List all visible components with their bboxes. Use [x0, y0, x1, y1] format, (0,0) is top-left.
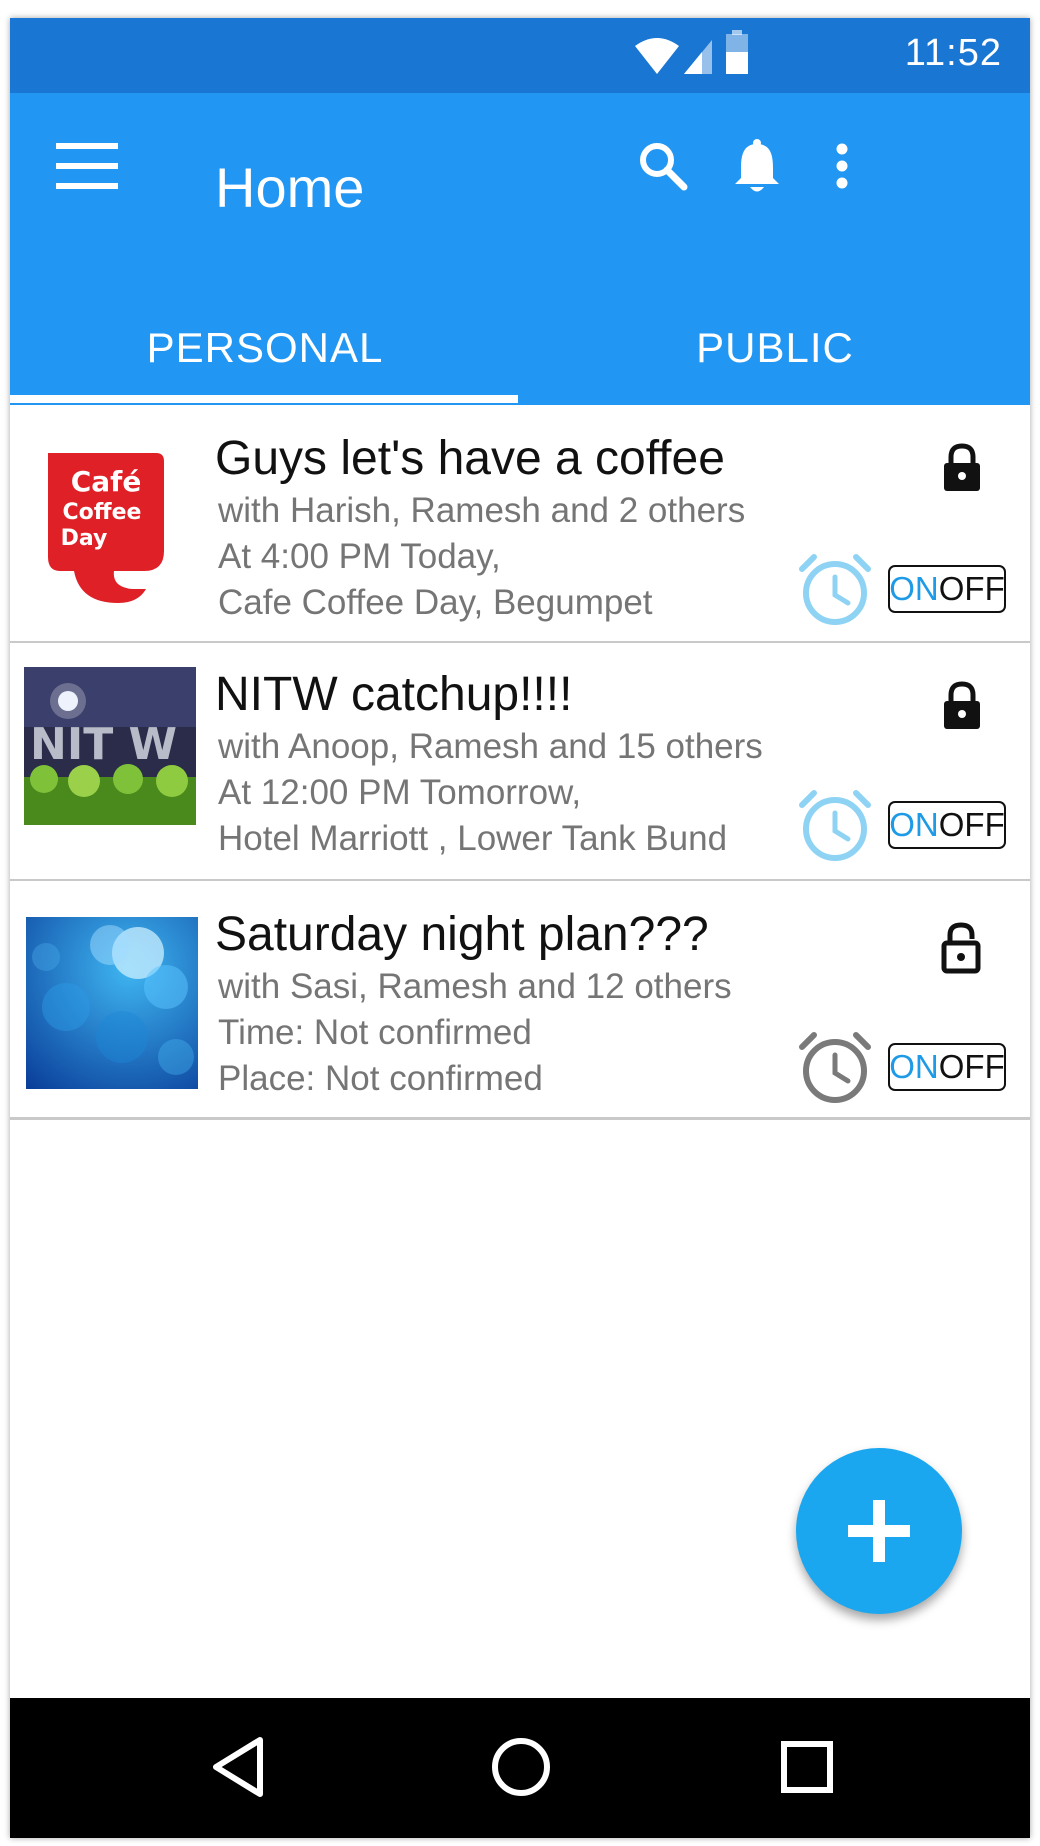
plan-title: Guys let's have a coffee	[215, 432, 725, 485]
lock-icon[interactable]	[942, 443, 982, 493]
signal-icon	[684, 40, 712, 74]
plan-time: Time: Not confirmed	[218, 1013, 532, 1052]
svg-text:Coffee: Coffee	[63, 500, 142, 525]
reminder-toggle[interactable]: ON OFF	[888, 801, 1006, 849]
plan-time: At 4:00 PM Today,	[218, 537, 501, 576]
plus-icon	[848, 1500, 910, 1562]
toggle-off-label: OFF	[938, 1048, 1005, 1085]
plan-participants: with Anoop, Ramesh and 15 others	[218, 727, 763, 766]
page-title: Home	[215, 156, 365, 219]
plan-card[interactable]: Saturday night plan??? with Sasi, Ramesh…	[10, 881, 1030, 1120]
svg-text:Café: Café	[71, 465, 142, 498]
nitw-thumbnail: NIT W	[24, 667, 196, 825]
plan-participants: with Harish, Ramesh and 2 others	[218, 491, 746, 530]
toggle-off-label: OFF	[938, 570, 1005, 607]
cafe-coffee-day-logo: Café Coffee Day	[40, 447, 170, 607]
toggle-on-label: ON	[889, 806, 939, 843]
plan-card[interactable]: NIT W NITW catchup!!!! with Anoop, Rames…	[10, 643, 1030, 882]
navigation-bar	[10, 1698, 1030, 1838]
status-time: 11:52	[904, 32, 1002, 74]
alarm-icon[interactable]	[798, 1031, 872, 1105]
status-bar: 11:52	[10, 18, 1030, 93]
plan-place: Place: Not confirmed	[218, 1059, 543, 1098]
tab-indicator	[10, 395, 518, 403]
lock-icon[interactable]	[942, 681, 982, 731]
plan-time: At 12:00 PM Tomorrow,	[218, 773, 582, 812]
wifi-icon	[635, 38, 679, 74]
back-icon[interactable]	[210, 1736, 266, 1798]
menu-icon[interactable]	[48, 131, 126, 201]
reminder-toggle[interactable]: ON OFF	[888, 565, 1006, 613]
battery-icon	[726, 30, 748, 74]
plan-participants: with Sasi, Ramesh and 12 others	[218, 967, 732, 1006]
add-plan-button[interactable]	[796, 1448, 962, 1614]
alarm-icon[interactable]	[798, 553, 872, 627]
phone-screen: 11:52 Home PERSONAL PUBLIC Café Coffee D…	[10, 18, 1030, 1838]
toggle-on-label: ON	[889, 570, 939, 607]
toggle-off-label: OFF	[938, 806, 1005, 843]
app-bar: Home PERSONAL PUBLIC	[10, 93, 1030, 405]
tab-public[interactable]: PUBLIC	[520, 298, 1030, 398]
unlock-icon[interactable]	[940, 921, 982, 975]
svg-text:Day: Day	[61, 526, 108, 551]
plan-card[interactable]: Café Coffee Day Guys let's have a coffee…	[10, 405, 1030, 644]
plan-place: Hotel Marriott , Lower Tank Bund	[218, 819, 728, 858]
tab-public-label: PUBLIC	[696, 324, 854, 371]
plan-title: Saturday night plan???	[215, 908, 709, 961]
search-icon[interactable]	[628, 131, 698, 201]
tab-personal-label: PERSONAL	[146, 324, 384, 371]
svg-text:NIT W: NIT W	[30, 719, 177, 770]
reminder-toggle[interactable]: ON OFF	[888, 1043, 1006, 1091]
recents-icon[interactable]	[780, 1740, 834, 1794]
alarm-icon[interactable]	[798, 789, 872, 863]
plan-place: Cafe Coffee Day, Begumpet	[218, 583, 653, 622]
bell-icon[interactable]	[722, 129, 792, 203]
tab-personal[interactable]: PERSONAL	[10, 298, 520, 398]
more-vert-icon[interactable]	[822, 129, 862, 203]
plan-title: NITW catchup!!!!	[215, 668, 573, 721]
bokeh-thumbnail	[26, 917, 198, 1089]
home-icon[interactable]	[490, 1736, 552, 1798]
toggle-on-label: ON	[889, 1048, 939, 1085]
